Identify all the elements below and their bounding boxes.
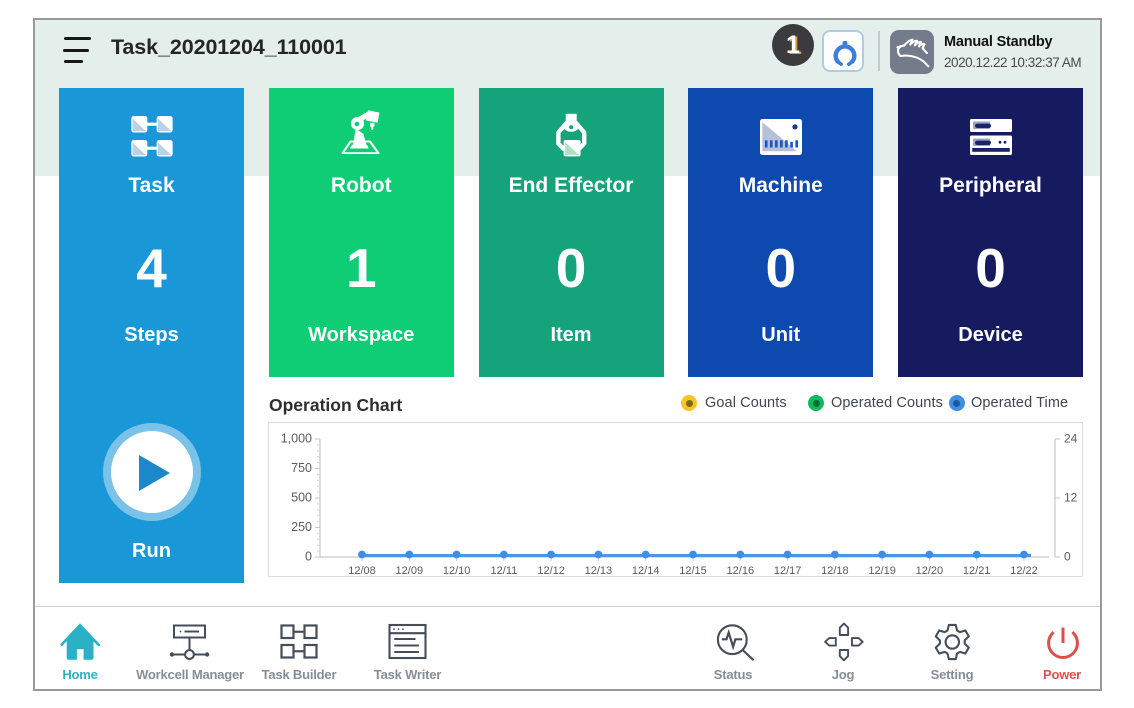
svg-text:12/13: 12/13: [585, 565, 613, 577]
svg-text:12: 12: [1064, 491, 1078, 505]
svg-text:0: 0: [1064, 550, 1071, 564]
svg-text:12/14: 12/14: [632, 565, 660, 577]
svg-text:12/11: 12/11: [491, 565, 518, 577]
svg-text:12/08: 12/08: [348, 565, 376, 577]
svg-text:12/16: 12/16: [727, 565, 755, 577]
svg-text:750: 750: [291, 461, 312, 475]
svg-text:250: 250: [291, 520, 312, 534]
svg-text:12/21: 12/21: [963, 565, 991, 577]
svg-text:1,000: 1,000: [281, 432, 312, 446]
svg-text:12/15: 12/15: [679, 565, 707, 577]
svg-text:24: 24: [1064, 432, 1078, 446]
svg-text:500: 500: [291, 491, 312, 505]
svg-text:12/20: 12/20: [916, 565, 944, 577]
svg-text:12/22: 12/22: [1010, 565, 1038, 577]
svg-text:12/17: 12/17: [774, 565, 802, 577]
svg-text:0: 0: [305, 550, 312, 564]
svg-text:12/18: 12/18: [821, 565, 849, 577]
svg-text:12/10: 12/10: [443, 565, 471, 577]
svg-text:12/19: 12/19: [868, 565, 896, 577]
svg-text:12/09: 12/09: [396, 565, 424, 577]
svg-text:12/12: 12/12: [537, 565, 565, 577]
